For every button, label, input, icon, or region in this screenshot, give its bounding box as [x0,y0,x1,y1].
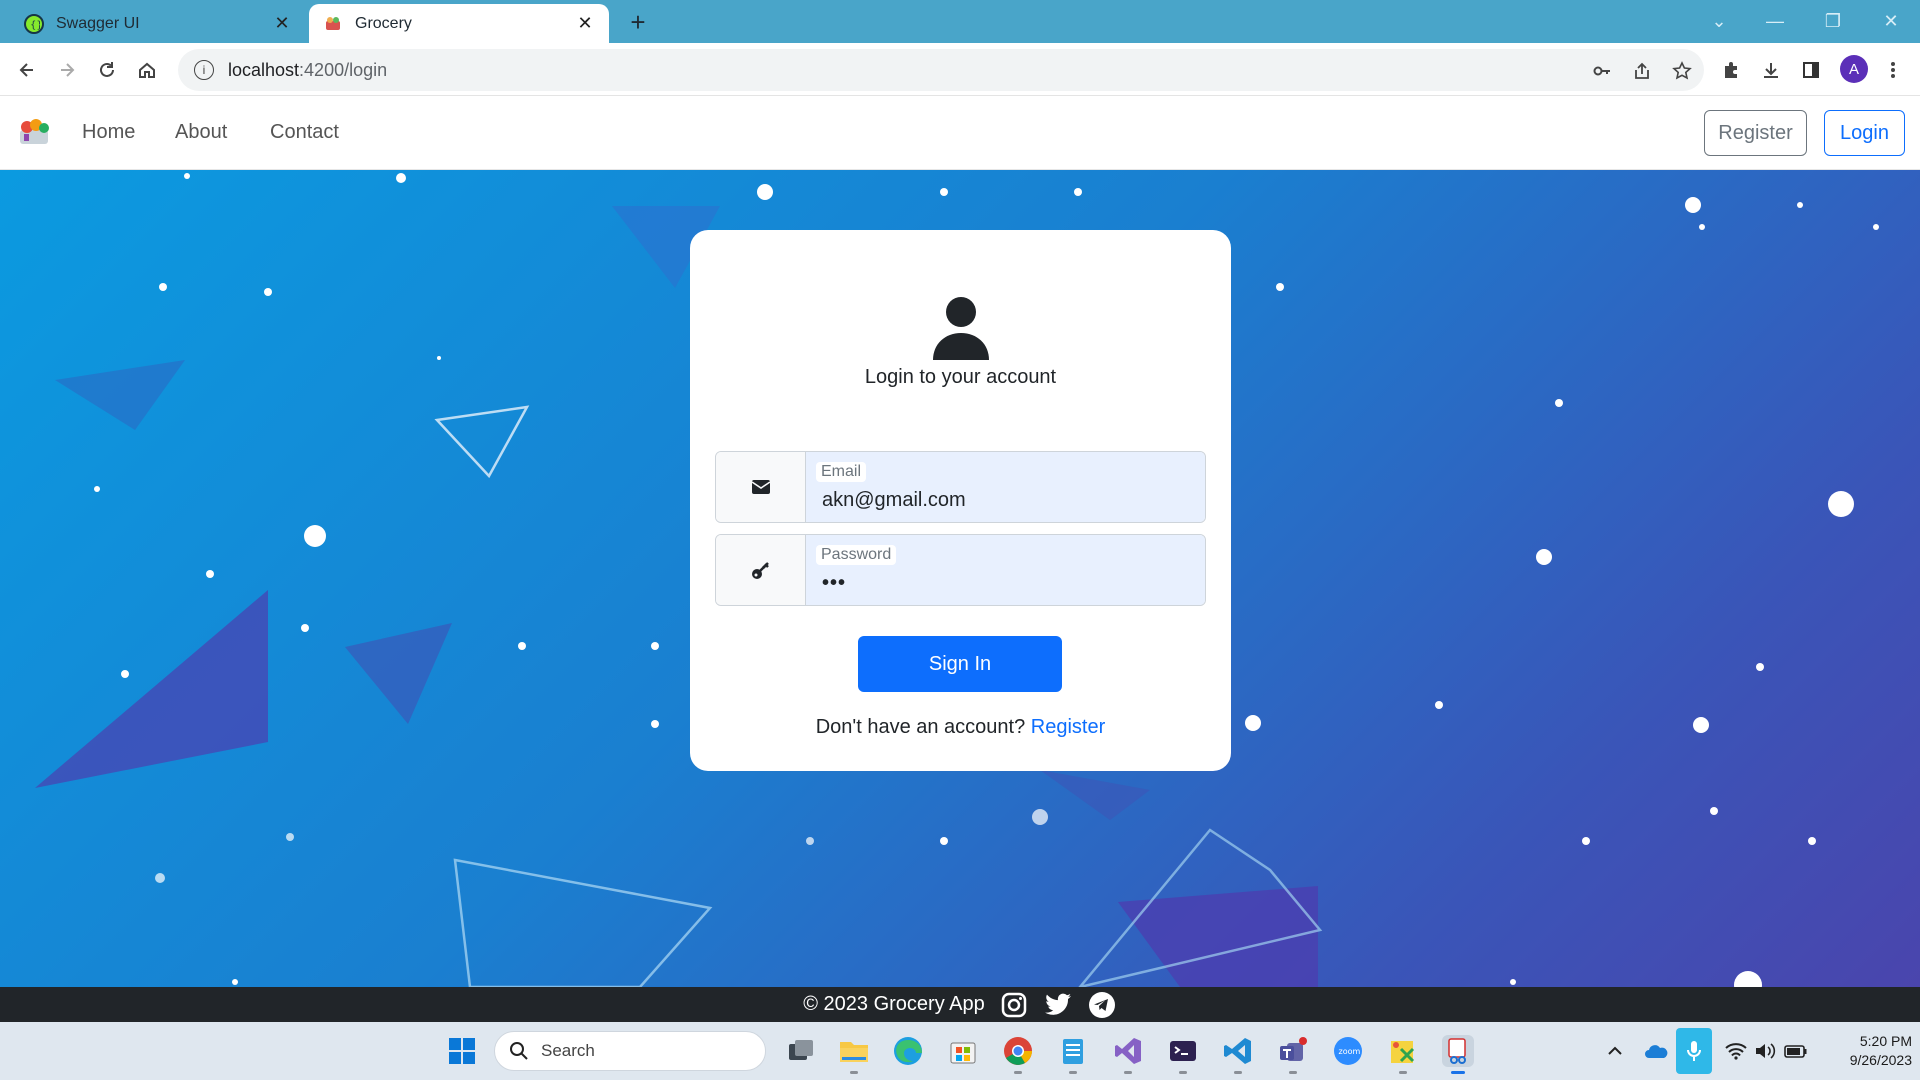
sign-in-button[interactable]: Sign In [858,636,1062,692]
task-view-icon[interactable] [785,1035,817,1067]
clock[interactable]: 5:20 PM 9/26/2023 [1822,1032,1912,1070]
register-link[interactable]: Register [1031,716,1105,738]
tab-search-icon[interactable]: ⌄ [1706,8,1732,34]
copyright-text: © 2023 Grocery App [803,993,985,1015]
tab-title: Grocery [355,14,412,32]
grocery-favicon [323,14,343,34]
email-input[interactable]: Email akn@gmail.com [806,452,1205,522]
file-explorer-icon[interactable] [838,1035,870,1074]
nav-home[interactable]: Home [82,121,135,144]
side-panel-icon[interactable] [1796,55,1826,85]
browser-toolbar: i localhost:4200/login A [0,43,1920,96]
site-info-icon[interactable]: i [194,60,214,80]
home-button[interactable] [132,55,162,85]
telegram-icon[interactable] [1087,990,1117,1020]
grocery-logo[interactable] [16,116,52,150]
reload-button[interactable] [92,55,122,85]
snipping-tool-icon[interactable] [1442,1035,1474,1074]
battery-icon[interactable] [1784,1039,1808,1063]
taskbar-search[interactable]: Search [494,1031,766,1071]
password-value: ••• [822,572,847,594]
close-tab-icon[interactable]: ✕ [272,13,292,34]
envelope-icon [716,452,806,522]
email-field-group: Email akn@gmail.com [715,451,1206,523]
password-field-group: Password ••• [715,534,1206,606]
forward-button[interactable] [52,55,82,85]
swagger-icon: {} [24,13,44,34]
more-menu-icon[interactable] [1878,55,1908,85]
register-prompt: Don't have an account? Register [690,716,1231,739]
tab-swagger-ui[interactable]: {} Swagger UI ✕ [10,4,306,43]
register-button[interactable]: Register [1704,110,1807,156]
zoom-icon[interactable]: zoom [1332,1035,1364,1067]
new-tab-button[interactable]: + [624,8,652,36]
search-icon [510,1042,528,1060]
address-bar[interactable]: i localhost:4200/login [178,49,1704,91]
extensions-puzzle-icon[interactable] [1716,55,1746,85]
close-tab-icon[interactable]: ✕ [575,13,595,34]
profile-avatar[interactable]: A [1840,55,1868,83]
app-navbar: Home About Contact Register Login [0,96,1920,170]
visual-studio-icon[interactable] [1112,1035,1144,1074]
password-input[interactable]: Password ••• [806,535,1205,605]
wifi-icon[interactable] [1724,1039,1748,1063]
browser-tab-bar: {} Swagger UI ✕ Grocery ✕ + ⌄ — ❐ ✕ [0,0,1920,43]
twitter-icon[interactable] [1043,990,1073,1020]
notepad-icon[interactable] [1057,1035,1089,1074]
close-window-button[interactable]: ✕ [1878,8,1904,34]
chevron-up-icon[interactable] [1603,1039,1627,1063]
password-label: Password [816,545,897,565]
svg-text:{}: {} [30,20,40,30]
sticky-notes-icon[interactable] [1387,1035,1419,1074]
login-button[interactable]: Login [1824,110,1905,156]
email-value: akn@gmail.com [822,489,966,511]
clock-time: 5:20 PM [1859,1033,1912,1049]
chrome-icon[interactable] [1002,1035,1034,1074]
instagram-icon[interactable] [999,990,1029,1020]
key-icon [716,535,806,605]
restore-button[interactable]: ❐ [1820,8,1846,34]
email-label: Email [816,462,867,482]
download-icon[interactable] [1756,55,1786,85]
edge-browser-icon[interactable] [892,1035,924,1067]
volume-icon[interactable] [1753,1039,1777,1063]
url-host: localhost [228,59,300,80]
password-key-icon[interactable] [1590,59,1614,83]
url-path: :4200/login [299,59,388,80]
minimize-button[interactable]: — [1762,8,1788,34]
bookmark-star-icon[interactable] [1670,59,1694,83]
teams-icon[interactable] [1277,1035,1309,1074]
vscode-icon[interactable] [1222,1035,1254,1074]
share-icon[interactable] [1630,59,1654,83]
no-account-text: Don't have an account? [815,716,1026,738]
hero-background: Login to your account Email akn@gmail.co… [0,170,1920,987]
page-footer: © 2023 Grocery App [0,987,1920,1022]
tab-title: Swagger UI [56,14,140,32]
login-title: Login to your account [864,366,1057,388]
windows-taskbar: Search zoom 5:20 PM 9/26/2023 [0,1022,1920,1080]
windows-start-icon[interactable] [448,1037,476,1065]
user-icon [930,296,992,360]
tab-grocery[interactable]: Grocery ✕ [309,4,609,43]
login-card: Login to your account Email akn@gmail.co… [690,230,1231,771]
nav-contact[interactable]: Contact [270,121,339,144]
terminal-icon[interactable] [1167,1035,1199,1074]
search-placeholder: Search [541,1041,595,1060]
svg-text:zoom: zoom [1339,1047,1361,1056]
microphone-icon[interactable] [1676,1028,1712,1074]
back-button[interactable] [12,55,42,85]
onedrive-cloud-icon[interactable] [1644,1039,1668,1063]
microsoft-store-icon[interactable] [947,1035,979,1067]
clock-date: 9/26/2023 [1849,1052,1912,1068]
nav-about[interactable]: About [175,121,227,144]
